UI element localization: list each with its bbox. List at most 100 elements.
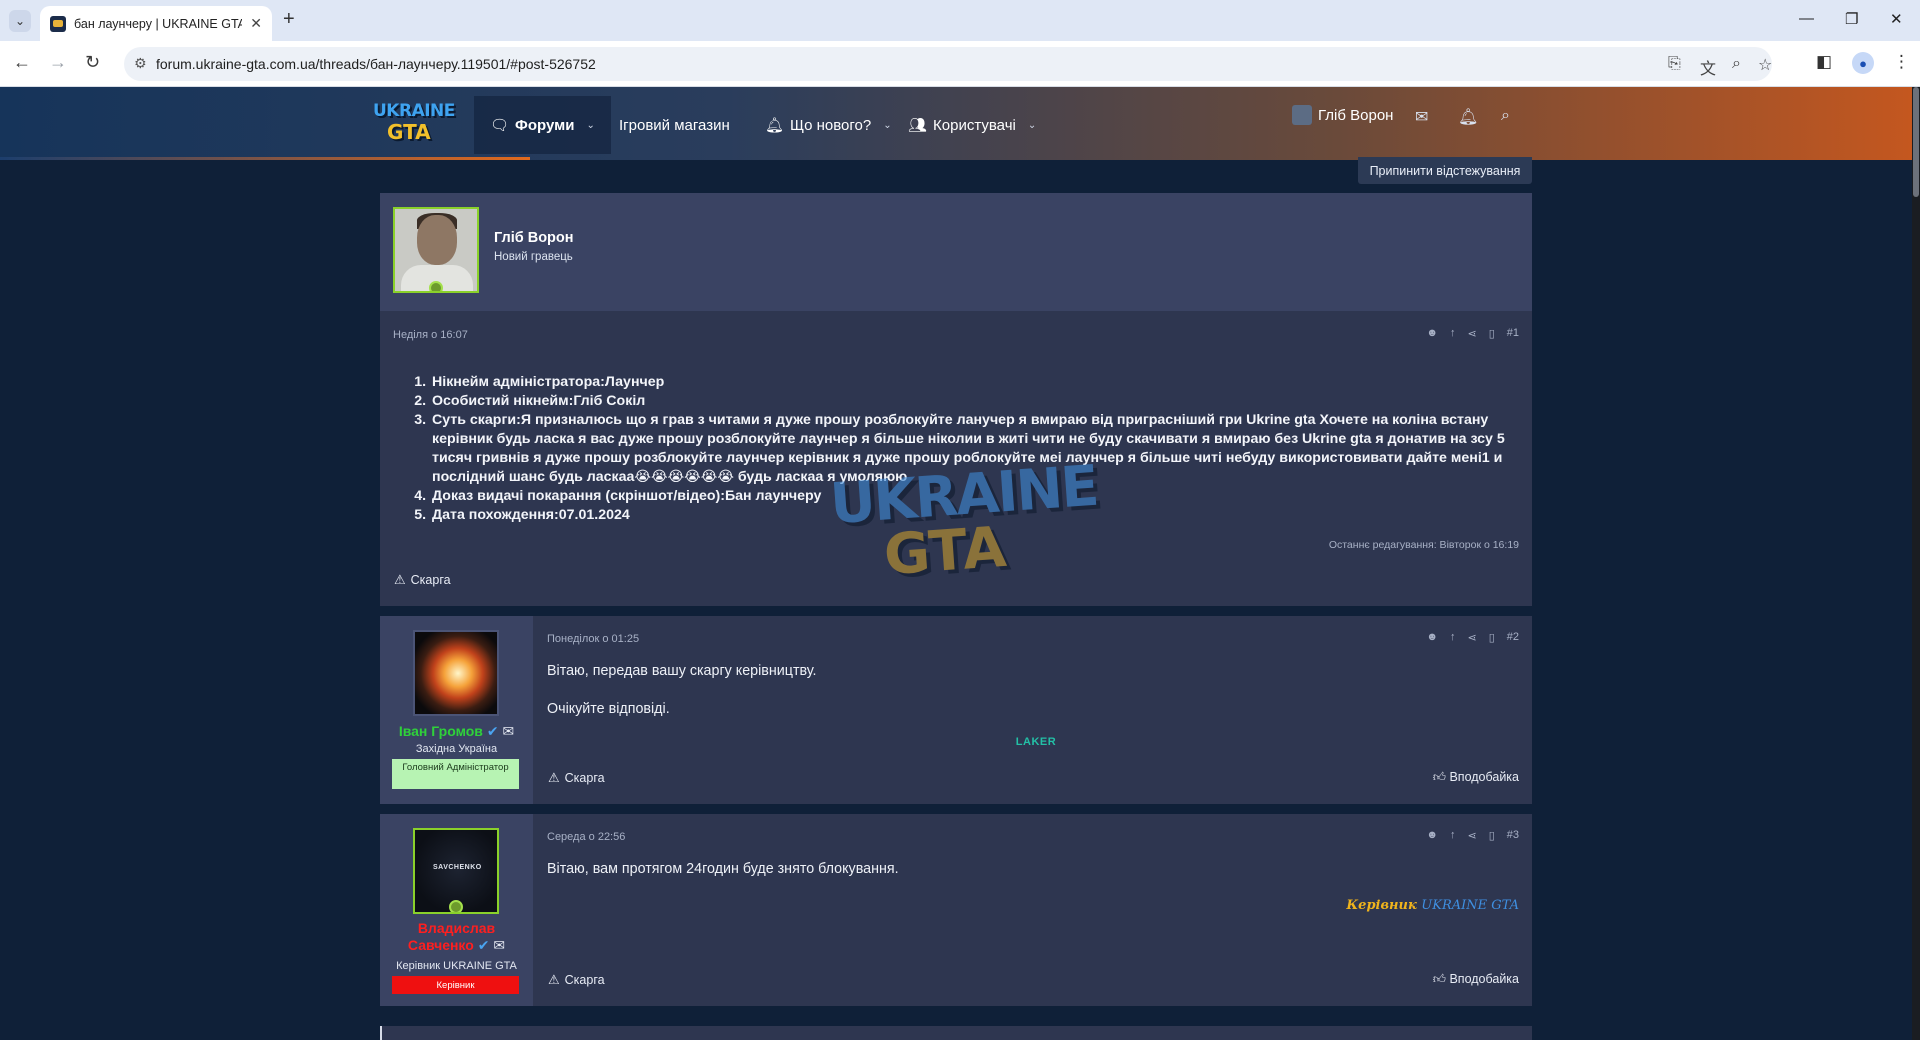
jump-up-icon[interactable]: ↑ <box>1450 327 1456 340</box>
nav-whats-new[interactable]: 🔔︎ Що нового? ⌄ <box>765 96 892 154</box>
report-button[interactable]: ⚠ Скарга <box>548 770 605 786</box>
inbox-envelope-icon[interactable]: ✉ <box>1415 107 1428 127</box>
reload-icon[interactable]: ↻ <box>85 52 100 73</box>
like-label: Вподобайка <box>1449 972 1519 986</box>
new-tab-button[interactable]: + <box>283 8 295 31</box>
thumbs-up-icon: 👍︎ <box>1432 972 1446 986</box>
signature-text: Керівник UKRAINE GTA <box>1346 898 1519 913</box>
account-menu[interactable]: Гліб Ворон <box>1292 105 1393 125</box>
window-close-button[interactable]: ✕ <box>1890 10 1903 28</box>
page-scrollbar-thumb[interactable] <box>1913 87 1919 197</box>
react-icon[interactable]: ☻ <box>1426 327 1438 340</box>
explosion-avatar-image <box>415 632 497 714</box>
install-app-icon[interactable]: ⎘ <box>1668 55 1681 73</box>
window-restore-button[interactable]: ❐ <box>1845 10 1858 28</box>
zoom-icon[interactable]: ⌕ <box>1732 55 1741 73</box>
bell-icon: 🔔︎ <box>765 117 785 134</box>
bookmark-icon[interactable]: ▯ <box>1489 327 1495 340</box>
watermark-text-bottom: GTA <box>881 514 1009 589</box>
account-name: Гліб Ворон <box>1318 106 1394 124</box>
bookmark-icon[interactable]: ▯ <box>1489 829 1495 842</box>
signature-text: LAKER <box>1015 736 1057 748</box>
op-author-rank: Новий гравець <box>494 251 573 263</box>
chevron-down-icon[interactable]: ⌄ <box>883 120 891 131</box>
message-line: Очікуйте відповіді. <box>547 701 670 717</box>
user-avatar <box>1292 105 1312 125</box>
reply-author-avatar[interactable]: SAVCHENKO <box>413 828 499 914</box>
bookmark-star-icon[interactable]: ☆ <box>1758 55 1772 75</box>
url-text[interactable]: forum.ukraine-gta.com.ua/threads/бан-лау… <box>156 56 596 72</box>
forward-arrow-icon[interactable]: → <box>49 52 67 73</box>
list-item: Суть скарги:Я призналюсь що я грав з чит… <box>430 411 1514 487</box>
alerts-bell-icon[interactable]: 🔔︎ <box>1458 107 1478 127</box>
page-scrollbar[interactable] <box>1912 87 1920 1040</box>
report-label: Скарга <box>410 573 451 587</box>
list-item: Особистий нікнейм:Гліб Сокіл <box>430 392 1514 411</box>
chevron-down-icon[interactable]: ⌄ <box>1028 120 1036 131</box>
online-status-icon <box>429 281 443 291</box>
tab-search-chevron-icon[interactable]: ⌄ <box>9 10 31 32</box>
window-minimize-button[interactable]: — <box>1799 10 1814 27</box>
post-date[interactable]: Понеділок о 01:25 <box>547 633 639 645</box>
nav-users-label: Користувачі <box>933 116 1016 134</box>
list-item: Нікнейм адміністратора:Лаунчер <box>430 373 1514 392</box>
unwatch-button[interactable]: Припинити відстежування <box>1358 157 1532 184</box>
reply-author-name[interactable]: Владислав Савченко ✔ ✉ <box>380 920 533 954</box>
browser-tab-active[interactable]: бан лаунчеру | UKRAINE GTA - ✕ <box>40 6 272 41</box>
reply-author-avatar[interactable] <box>413 630 499 716</box>
react-icon[interactable]: ☻ <box>1426 631 1438 644</box>
tab-title: бан лаунчеру | UKRAINE GTA - <box>74 16 243 31</box>
nav-shop-label: Ігровий магазин <box>619 116 730 134</box>
reply-author-title: Керівник UKRAINE GTA <box>396 960 517 972</box>
translate-icon[interactable]: 文 <box>1700 55 1716 79</box>
post-number[interactable]: #3 <box>1507 829 1519 842</box>
post-number[interactable]: #1 <box>1507 327 1519 340</box>
jump-up-icon[interactable]: ↑ <box>1450 829 1456 842</box>
side-panel-icon[interactable]: ◧ <box>1816 52 1832 72</box>
share-icon[interactable]: ⋖ <box>1467 327 1476 340</box>
user-banner-badge: Головний Адміністратор <box>392 759 519 789</box>
report-label: Скарга <box>564 973 605 987</box>
avatar-face-shape <box>417 215 457 265</box>
site-favicon-icon <box>50 15 66 32</box>
user-banner-badge: Керівник <box>392 976 519 994</box>
nav-users[interactable]: 👥︎ Користувачі ⌄ <box>908 96 1036 154</box>
post-number[interactable]: #2 <box>1507 631 1519 644</box>
thumbs-up-icon: 👍︎ <box>1432 770 1446 784</box>
post-date[interactable]: Середа о 22:56 <box>547 831 625 843</box>
site-logo[interactable]: UKRAINE GTA <box>373 101 455 147</box>
nav-whats-new-label: Що нового? <box>790 116 872 134</box>
like-button[interactable]: 👍︎ Вподобайка <box>1433 770 1519 785</box>
chevron-down-icon[interactable]: ⌄ <box>586 120 594 131</box>
jump-up-icon[interactable]: ↑ <box>1450 631 1456 644</box>
tab-close-icon[interactable]: ✕ <box>250 15 262 32</box>
share-icon[interactable]: ⋖ <box>1467 829 1476 842</box>
op-avatar[interactable] <box>393 207 479 293</box>
bookmark-icon[interactable]: ▯ <box>1489 631 1495 644</box>
back-arrow-icon[interactable]: ← <box>13 52 31 73</box>
op-author-name[interactable]: Гліб Ворон <box>494 230 574 246</box>
nav-forums[interactable]: 🗨 Форуми ⌄ <box>474 96 611 154</box>
warning-icon: ⚠ <box>394 572 406 587</box>
like-button[interactable]: 👍︎ Вподобайка <box>1433 972 1519 987</box>
forums-icon: 🗨 <box>490 117 510 134</box>
site-info-icon[interactable]: ⚙ <box>134 55 147 72</box>
report-button[interactable]: ⚠ Скарга <box>394 572 451 588</box>
share-icon[interactable]: ⋖ <box>1467 631 1476 644</box>
browser-menu-icon[interactable]: ⋮ <box>1893 52 1910 72</box>
post-actions: ☻ ↑ ⋖ ▯ #3 <box>1426 829 1519 842</box>
address-bar[interactable]: ⚙ forum.ukraine-gta.com.ua/threads/бан-л… <box>124 47 1772 81</box>
logo-text-top: UKRAINE <box>373 101 455 121</box>
complaint-list: Нікнейм адміністратора:Лаунчер Особистий… <box>414 373 1514 525</box>
profile-avatar-icon[interactable]: ● <box>1852 52 1874 74</box>
nav-shop[interactable]: Ігровий магазин <box>619 96 730 154</box>
post-date[interactable]: Неділя о 16:07 <box>393 329 468 341</box>
quick-reply-box <box>380 1026 1532 1040</box>
post-2: Іван Громов ✔ ✉ Західна Україна Головний… <box>380 616 1532 804</box>
post-1: Гліб Ворон Новий гравець Неділя о 16:07 … <box>380 193 1532 606</box>
search-icon[interactable]: ⌕ <box>1501 107 1510 125</box>
message-line: Вітаю, вам протягом 24годин буде знято б… <box>547 861 899 877</box>
react-icon[interactable]: ☻ <box>1426 829 1438 842</box>
report-button[interactable]: ⚠ Скарга <box>548 972 605 988</box>
forum-header: UKRAINE GTA 🗨 Форуми ⌄ Ігровий магазин 🔔… <box>0 87 1912 160</box>
